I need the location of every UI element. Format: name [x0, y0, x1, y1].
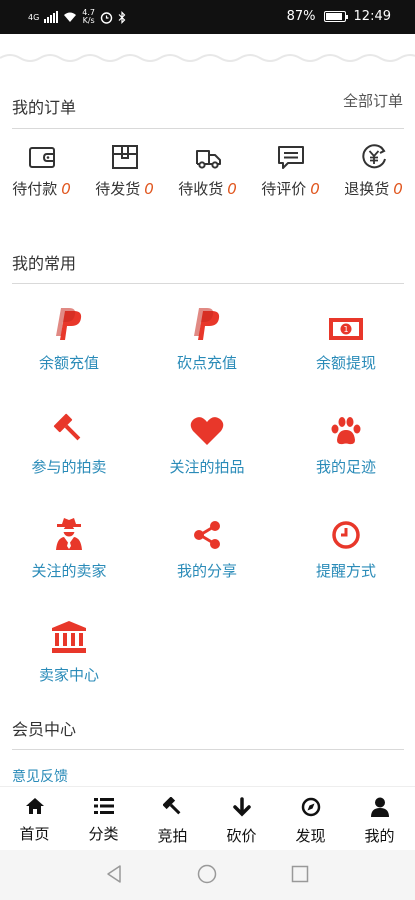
feedback-link[interactable]: 意见反馈 [12, 766, 68, 786]
tab-label: 竞拍 [157, 827, 188, 845]
money-bill-icon: 1 [329, 318, 363, 340]
gavel-icon [162, 797, 180, 815]
grid-label: 我的分享 [176, 562, 237, 580]
wifi-icon [64, 12, 77, 22]
bank-icon [52, 621, 86, 653]
order-count: 0 [310, 180, 320, 198]
grid-label: 关注的拍品 [169, 458, 245, 476]
tab-home[interactable]: 首页 [0, 797, 69, 844]
tab-label: 首页 [19, 825, 50, 843]
grid-balance-withdraw[interactable]: 1 余额提现 [277, 302, 415, 373]
order-count: 0 [393, 180, 403, 198]
tab-mine[interactable]: 我的 [345, 797, 414, 846]
member-title: 会员中心 [12, 720, 77, 739]
paw-icon [331, 417, 361, 445]
list-icon [93, 798, 114, 814]
package-icon [111, 145, 138, 169]
user-icon [370, 797, 389, 817]
grid-label: 关注的卖家 [31, 562, 107, 580]
order-pending-ship[interactable]: 待发货 0 [83, 142, 166, 199]
grid-joined-auctions[interactable]: 参与的拍卖 [0, 406, 138, 477]
tab-label: 发现 [295, 827, 326, 845]
alarm-icon [100, 11, 113, 24]
recents-icon[interactable] [290, 864, 310, 884]
grid-seller-center[interactable]: 卖家中心 [0, 614, 138, 685]
grid-my-footprints[interactable]: 我的足迹 [277, 406, 415, 477]
wave-divider [0, 34, 415, 64]
signal-icon [44, 11, 59, 23]
grid-label: 余额提现 [315, 354, 376, 372]
grid-followed-items[interactable]: 关注的拍品 [138, 406, 276, 477]
clock-icon [332, 521, 360, 549]
home-circle-icon[interactable] [197, 864, 217, 884]
tab-category[interactable]: 分类 [69, 797, 138, 844]
tab-label: 分类 [88, 825, 119, 843]
home-icon [25, 798, 44, 814]
orders-divider [12, 128, 404, 129]
status-bar: 4G 4.7 K/s 87% 12:49 [0, 0, 415, 34]
grid-my-shares[interactable]: 我的分享 [138, 510, 276, 581]
net-speed: 4.7 K/s [82, 8, 96, 25]
battery-percent: 87% [286, 9, 316, 24]
arrow-down-icon [232, 797, 251, 817]
clock-time: 12:49 [353, 9, 391, 24]
order-count: 0 [61, 180, 71, 198]
share-icon [194, 521, 220, 549]
all-orders-link[interactable]: 全部订单 [343, 90, 403, 111]
grid-followed-sellers[interactable]: 关注的卖家 [0, 510, 138, 581]
heart-icon [190, 417, 224, 445]
grid-label: 卖家中心 [38, 666, 99, 684]
paypal-icon [56, 308, 82, 340]
grid-label: 参与的拍卖 [31, 458, 107, 476]
order-pending-review[interactable]: 待评价 0 [249, 142, 332, 199]
yen-refund-icon [361, 144, 386, 169]
comment-icon [277, 146, 304, 169]
tab-discover[interactable]: 发现 [276, 797, 345, 846]
grid-label: 我的足迹 [315, 458, 376, 476]
grid-label: 余额充值 [38, 354, 99, 372]
common-title: 我的常用 [12, 254, 77, 273]
system-nav-bar [0, 850, 415, 900]
truck-icon [195, 150, 221, 169]
grid-label: 提醒方式 [315, 562, 376, 580]
svg-text:1: 1 [343, 325, 348, 334]
order-count: 0 [227, 180, 237, 198]
battery-icon [323, 11, 348, 22]
paypal-icon [194, 308, 220, 340]
common-divider [12, 283, 404, 284]
order-pending-receive[interactable]: 待收货 0 [166, 142, 249, 199]
bluetooth-icon [118, 10, 126, 24]
orders-row: 待付款 0 待发货 0 待收货 0 待评价 0 退换货 0 [0, 142, 415, 212]
gavel-icon [53, 413, 81, 441]
grid-reminder-method[interactable]: 提醒方式 [277, 510, 415, 581]
orders-title: 我的订单 [12, 98, 77, 117]
network-label: 4G [28, 12, 40, 22]
tab-label: 我的 [364, 827, 395, 845]
wallet-icon [28, 147, 55, 168]
user-secret-icon [56, 518, 82, 550]
compass-icon [301, 797, 320, 817]
grid-balance-recharge[interactable]: 余额充值 [0, 302, 138, 373]
back-icon[interactable] [104, 864, 124, 884]
grid-label: 砍点充值 [176, 354, 237, 372]
bottom-tab-bar: 首页 分类 竞拍 砍价 发现 我的 [0, 786, 415, 850]
order-refund[interactable]: 退换货 0 [332, 142, 415, 199]
tab-label: 砍价 [226, 827, 257, 845]
order-pending-payment[interactable]: 待付款 0 [0, 142, 83, 199]
tab-bargain[interactable]: 砍价 [207, 797, 276, 846]
tab-auction[interactable]: 竞拍 [138, 797, 207, 846]
member-divider [12, 749, 404, 750]
order-count: 0 [144, 180, 154, 198]
grid-bargain-recharge[interactable]: 砍点充值 [138, 302, 276, 373]
